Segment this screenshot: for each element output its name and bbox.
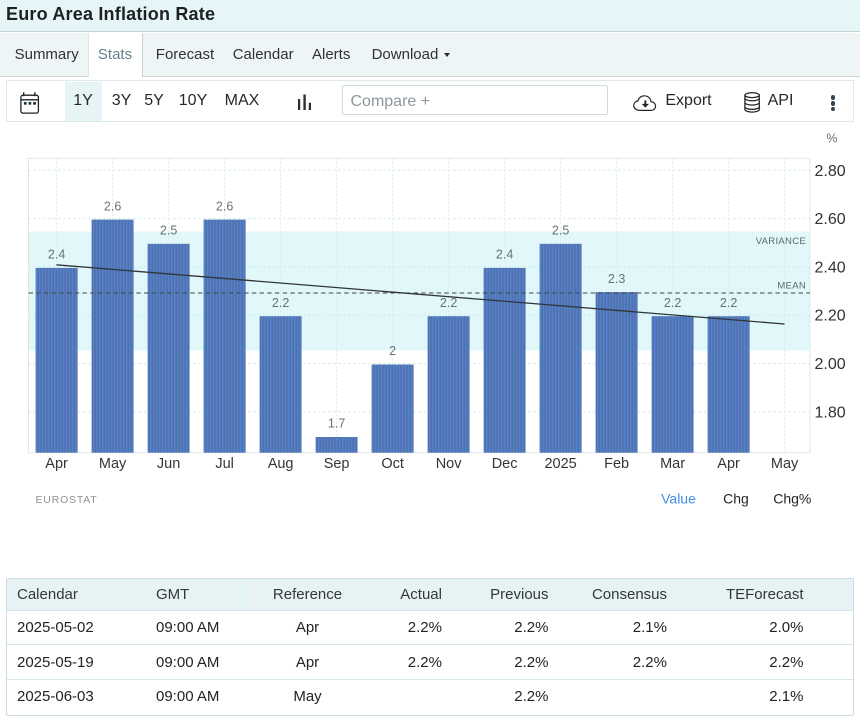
svg-text:Apr: Apr [45, 456, 68, 472]
svg-text:Apr: Apr [717, 456, 740, 472]
svg-text:May: May [771, 456, 799, 472]
svg-text:2025: 2025 [544, 456, 576, 472]
svg-text:2.6: 2.6 [216, 199, 233, 213]
svg-text:Oct: Oct [381, 456, 404, 472]
svg-text:Dec: Dec [492, 456, 518, 472]
svg-text:Mar: Mar [660, 456, 685, 472]
svg-text:Sep: Sep [324, 456, 350, 472]
svg-text:2.20: 2.20 [815, 308, 846, 325]
svg-text:%: % [826, 132, 837, 146]
svg-text:May: May [99, 456, 127, 472]
svg-text:2.5: 2.5 [552, 224, 569, 238]
svg-text:1.80: 1.80 [815, 404, 846, 421]
svg-text:Aug: Aug [268, 456, 294, 472]
svg-text:Value: Value [661, 491, 696, 507]
svg-text:EUROSTAT: EUROSTAT [36, 494, 98, 506]
svg-text:Jul: Jul [215, 456, 234, 472]
svg-text:2.2: 2.2 [440, 296, 457, 310]
svg-text:2.5: 2.5 [160, 224, 177, 238]
svg-text:2.40: 2.40 [815, 259, 846, 276]
svg-text:2.80: 2.80 [815, 163, 846, 180]
svg-text:2.4: 2.4 [496, 248, 513, 262]
svg-text:2.2: 2.2 [664, 296, 681, 310]
svg-text:2.6: 2.6 [104, 199, 121, 213]
svg-text:Nov: Nov [436, 456, 463, 472]
svg-text:2.3: 2.3 [608, 272, 625, 286]
svg-text:2: 2 [389, 344, 396, 358]
svg-text:VARIANCE: VARIANCE [756, 236, 806, 247]
svg-text:Feb: Feb [604, 456, 629, 472]
svg-text:2.00: 2.00 [815, 356, 846, 373]
svg-text:MEAN: MEAN [777, 280, 806, 291]
svg-text:Jun: Jun [157, 456, 180, 472]
svg-text:2.60: 2.60 [815, 211, 846, 228]
svg-text:1.7: 1.7 [328, 417, 345, 431]
svg-text:2.2: 2.2 [272, 296, 289, 310]
svg-text:2.4: 2.4 [48, 248, 65, 262]
svg-text:2.2: 2.2 [720, 296, 737, 310]
svg-text:Chg%: Chg% [773, 491, 811, 507]
svg-text:Chg: Chg [723, 491, 749, 507]
